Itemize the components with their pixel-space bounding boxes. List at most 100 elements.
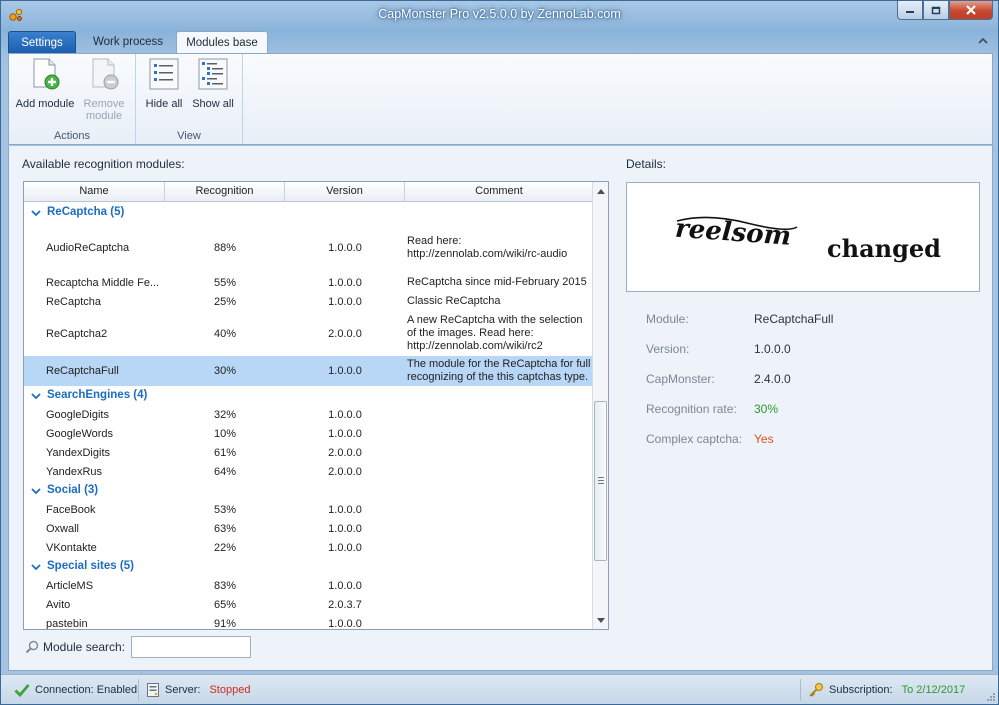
cell-name: AudioReCaptcha (46, 241, 130, 254)
title-bar[interactable]: CapMonster Pro v2.5.0.0 by ZennoLab.com (1, 1, 998, 29)
cell-version: 2.0.0.0 (328, 446, 362, 459)
cell-version: 1.0.0.0 (328, 522, 362, 535)
cell-recognition: 63% (213, 522, 237, 535)
cell-recognition: 10% (213, 427, 237, 440)
table-row[interactable]: Avito 65% 2.0.3.7 (24, 595, 593, 614)
server-label: Server: (165, 684, 201, 696)
collapse-caret-icon[interactable] (31, 562, 41, 572)
collapse-ribbon-icon[interactable] (977, 35, 989, 47)
detail-row-version: Version: 1.0.0.0 (646, 342, 791, 356)
minimize-icon (906, 11, 914, 13)
module-search-input[interactable] (131, 636, 252, 658)
table-row[interactable]: ReCaptcha 25% 1.0.0.0 Classic ReCaptcha (24, 292, 593, 311)
connection-status-text: Connection: Enabled (35, 684, 138, 696)
cell-version: 2.0.0.0 (328, 327, 362, 340)
cell-recognition: 53% (213, 503, 237, 516)
detail-complex-captcha-value: Yes (754, 432, 774, 446)
minimize-button[interactable] (897, 1, 923, 20)
cell-version: 2.0.0.0 (328, 465, 362, 478)
scroll-up-button[interactable] (593, 183, 608, 199)
add-module-button[interactable]: Add module (15, 57, 75, 110)
app-window: CapMonster Pro v2.5.0.0 by ZennoLab.com … (0, 0, 999, 705)
table-row[interactable]: YandexRus 64% 2.0.0.0 (24, 462, 593, 481)
table-row[interactable]: ReCaptchaFull 30% 1.0.0.0 The module for th… (24, 356, 593, 386)
status-separator (138, 679, 139, 701)
cell-recognition: 91% (213, 617, 237, 630)
cell-comment: Read here: http://zennolab.com/wiki/rc-a… (407, 234, 568, 260)
remove-module-button[interactable]: Remove module (75, 57, 133, 122)
tab-settings[interactable]: Settings (8, 31, 76, 54)
show-all-button[interactable]: Show all (188, 57, 238, 110)
hide-all-icon (149, 58, 179, 90)
tab-work-process[interactable]: Work process (84, 31, 172, 54)
status-separator (800, 679, 801, 701)
collapse-caret-icon[interactable] (31, 486, 41, 496)
cell-version: 1.0.0.0 (328, 295, 362, 308)
table-row[interactable]: GoogleDigits 32% 1.0.0.0 (24, 405, 593, 424)
cell-name: FaceBook (46, 503, 96, 516)
table-row[interactable]: pastebin 91% 1.0.0.0 (24, 614, 593, 630)
column-header-name[interactable]: Name (24, 182, 165, 202)
table-row[interactable]: YandexDigits 61% 2.0.0.0 (24, 443, 593, 462)
module-search: Module search: (25, 636, 252, 658)
group-header[interactable]: Social (3) (24, 481, 593, 500)
table-row[interactable]: FaceBook 53% 1.0.0.0 (24, 500, 593, 519)
table-row[interactable]: ArticleMS 83% 1.0.0.0 (24, 576, 593, 595)
table-row[interactable]: AudioReCaptcha 88% 1.0.0.0 Read here: http… (24, 222, 593, 273)
server-status-value: Stopped (209, 684, 251, 696)
window-title: CapMonster Pro v2.5.0.0 by ZennoLab.com (378, 7, 621, 21)
detail-row-module: Module: ReCaptchaFull (646, 312, 834, 326)
cell-recognition: 40% (213, 327, 237, 340)
arrow-down-icon (596, 617, 605, 623)
cell-name: GoogleDigits (46, 408, 109, 421)
group-header[interactable]: Special sites (5) (24, 557, 593, 576)
scroll-down-button[interactable] (593, 612, 608, 628)
cell-recognition: 25% (213, 295, 237, 308)
column-header-comment[interactable]: Comment (405, 182, 593, 202)
scroll-thumb[interactable] (594, 401, 607, 561)
table-row[interactable]: ReCaptcha2 40% 2.0.0.0 A new ReCaptcha with… (24, 311, 593, 356)
cell-name: YandexRus (46, 465, 103, 478)
table-row[interactable]: Oxwall 63% 1.0.0.0 (24, 519, 593, 538)
details-panel: Module: ReCaptchaFull Version: 1.0.0.0 Cap… (646, 312, 833, 462)
cell-comment (405, 500, 593, 519)
close-icon (966, 5, 976, 15)
available-modules-label: Available recognition modules: (22, 157, 185, 171)
cell-comment (405, 405, 593, 424)
cell-comment (405, 595, 593, 614)
cell-version: 1.0.0.0 (328, 541, 362, 554)
detail-capmonster-value: 2.4.0.0 (754, 372, 791, 386)
ribbon-group-label-actions: Actions (53, 130, 91, 142)
cell-recognition: 30% (213, 365, 237, 377)
column-header-version[interactable]: Version (285, 182, 405, 202)
close-button[interactable] (949, 1, 993, 20)
group-header[interactable]: ReCaptcha (5) (24, 203, 593, 222)
collapse-caret-icon[interactable] (31, 208, 41, 218)
cell-version: 1.0.0.0 (328, 276, 362, 289)
group-title: SearchEngines (4) (47, 389, 148, 401)
column-header-recognition[interactable]: Recognition (165, 182, 285, 202)
hide-all-button[interactable]: Hide all (142, 57, 186, 110)
tab-modules-base[interactable]: Modules base (176, 31, 268, 55)
cell-name: ReCaptchaFull (46, 365, 119, 377)
cell-recognition: 88% (213, 241, 237, 254)
collapse-caret-icon[interactable] (31, 391, 41, 401)
table-row[interactable]: Recaptcha Middle Fe... 55% 1.0.0.0 ReCaptch… (24, 273, 593, 292)
table-row[interactable]: VKontakte 22% 1.0.0.0 (24, 538, 593, 557)
ribbon-group-view: Hide all Show all View (136, 54, 243, 144)
resize-grip-icon[interactable] (986, 692, 996, 702)
group-header[interactable]: SearchEngines (4) (24, 386, 593, 405)
maximize-button[interactable] (923, 1, 949, 20)
status-bar: Connection: Enabled Server: Stopped Subs… (1, 674, 998, 704)
detail-version-value: 1.0.0.0 (754, 342, 791, 356)
captcha-image: reelsom changed (674, 214, 941, 263)
modules-content: Available recognition modules: Details: … (8, 146, 993, 671)
table-row[interactable]: GoogleWords 10% 1.0.0.0 (24, 424, 593, 443)
cell-name: ReCaptcha2 (46, 327, 108, 340)
grip-icon (598, 477, 604, 484)
cell-comment: A new ReCaptcha with the selection of th… (407, 314, 583, 352)
cell-name: ReCaptcha (46, 295, 102, 308)
grid-scrollbar[interactable] (592, 182, 608, 629)
cell-version: 1.0.0.0 (328, 579, 362, 592)
cell-comment: The module for the ReCaptcha for full re… (407, 358, 591, 383)
